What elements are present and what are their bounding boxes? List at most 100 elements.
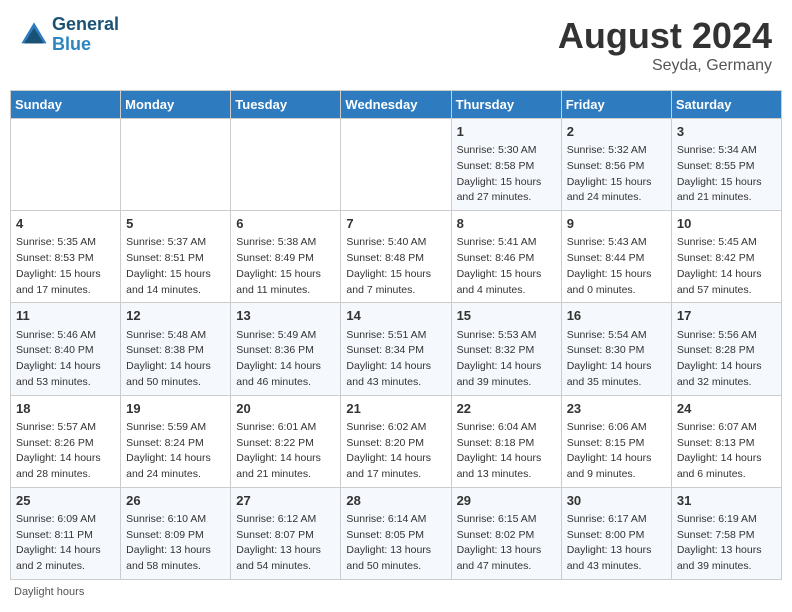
calendar-cell: 27Sunrise: 6:12 AM Sunset: 8:07 PM Dayli… <box>231 487 341 579</box>
day-number: 24 <box>677 400 776 418</box>
day-header-tuesday: Tuesday <box>231 91 341 119</box>
calendar-cell: 25 Sunrise: 6:09 AM Sunset: 8:11 PM Dayli… <box>11 487 121 579</box>
day-detail: Sunrise: 5:35 AM Sunset: 8:53 PM Dayligh… <box>16 235 115 298</box>
calendar-cell: 14 Sunrise: 5:51 AM Sunset: 8:34 PM Dayli… <box>341 303 451 395</box>
calendar-cell: 22 Sunrise: 6:04 AM Sunset: 8:18 PM Dayli… <box>451 395 561 487</box>
day-header-wednesday: Wednesday <box>341 91 451 119</box>
title-block: August 2024 Seyda, Germany <box>558 15 772 75</box>
calendar-cell: 3 Sunrise: 5:34 AM Sunset: 8:55 PM Daylig… <box>671 119 781 211</box>
day-number: 21 <box>346 400 445 418</box>
calendar-cell: 10 Sunrise: 5:45 AM Sunset: 8:42 PM Dayli… <box>671 211 781 303</box>
day-detail: Sunrise: 5:34 AM Sunset: 8:55 PM Dayligh… <box>677 143 776 206</box>
day-header-saturday: Saturday <box>671 91 781 119</box>
day-number: 31 <box>677 492 776 510</box>
month-title: August 2024 <box>558 15 772 57</box>
logo-text: General Blue <box>52 15 119 55</box>
day-number: 27 <box>236 492 335 510</box>
day-detail: Sunrise: 6:09 AM Sunset: 8:11 PM Dayligh… <box>16 512 115 575</box>
calendar-cell: 13 Sunrise: 5:49 AM Sunset: 8:36 PM Dayli… <box>231 303 341 395</box>
logo-icon <box>20 21 48 49</box>
day-number: 23 <box>567 400 666 418</box>
day-number: 16 <box>567 307 666 325</box>
calendar-cell: 17 Sunrise: 5:56 AM Sunset: 8:28 PM Dayli… <box>671 303 781 395</box>
calendar-cell: 23 Sunrise: 6:06 AM Sunset: 8:15 PM Dayli… <box>561 395 671 487</box>
day-detail: Sunrise: 6:19 AM Sunset: 7:58 PM Dayligh… <box>677 512 776 575</box>
day-detail: Sunrise: 6:17 AM Sunset: 8:00 PM Dayligh… <box>567 512 666 575</box>
day-detail: Sunrise: 5:49 AM Sunset: 8:36 PM Dayligh… <box>236 328 335 391</box>
day-detail: Sunrise: 5:43 AM Sunset: 8:44 PM Dayligh… <box>567 235 666 298</box>
day-number: 7 <box>346 215 445 233</box>
calendar-cell: 16 Sunrise: 5:54 AM Sunset: 8:30 PM Dayli… <box>561 303 671 395</box>
location-title: Seyda, Germany <box>558 57 772 75</box>
day-number: 25 <box>16 492 115 510</box>
calendar-cell: 29Sunrise: 6:15 AM Sunset: 8:02 PM Dayli… <box>451 487 561 579</box>
day-detail: Sunrise: 6:06 AM Sunset: 8:15 PM Dayligh… <box>567 420 666 483</box>
day-number: 8 <box>457 215 556 233</box>
day-detail: Sunrise: 5:40 AM Sunset: 8:48 PM Dayligh… <box>346 235 445 298</box>
calendar-cell: 30Sunrise: 6:17 AM Sunset: 8:00 PM Dayli… <box>561 487 671 579</box>
day-detail: Sunrise: 6:15 AM Sunset: 8:02 PM Dayligh… <box>457 512 556 575</box>
calendar-week-4: 18 Sunrise: 5:57 AM Sunset: 8:26 PM Dayli… <box>11 395 782 487</box>
day-number: 10 <box>677 215 776 233</box>
calendar-cell <box>11 119 121 211</box>
calendar-cell: 1 Sunrise: 5:30 AM Sunset: 8:58 PM Daylig… <box>451 119 561 211</box>
day-number: 17 <box>677 307 776 325</box>
day-number: 20 <box>236 400 335 418</box>
calendar-cell: 31 Sunrise: 6:19 AM Sunset: 7:58 PM Dayli… <box>671 487 781 579</box>
calendar-cell: 4 Sunrise: 5:35 AM Sunset: 8:53 PM Daylig… <box>11 211 121 303</box>
day-number: 26 <box>126 492 225 510</box>
calendar-cell: 8Sunrise: 5:41 AM Sunset: 8:46 PM Daylig… <box>451 211 561 303</box>
day-detail: Sunrise: 6:04 AM Sunset: 8:18 PM Dayligh… <box>457 420 556 483</box>
calendar-cell <box>341 119 451 211</box>
day-detail: Sunrise: 5:32 AM Sunset: 8:56 PM Dayligh… <box>567 143 666 206</box>
calendar-cell: 26 Sunrise: 6:10 AM Sunset: 8:09 PM Dayli… <box>121 487 231 579</box>
day-number: 13 <box>236 307 335 325</box>
day-detail: Sunrise: 5:53 AM Sunset: 8:32 PM Dayligh… <box>457 328 556 391</box>
day-number: 6 <box>236 215 335 233</box>
daylight-note: Daylight hours <box>14 586 84 598</box>
day-detail: Sunrise: 5:30 AM Sunset: 8:58 PM Dayligh… <box>457 143 556 206</box>
calendar-cell: 18 Sunrise: 5:57 AM Sunset: 8:26 PM Dayli… <box>11 395 121 487</box>
day-detail: Sunrise: 5:46 AM Sunset: 8:40 PM Dayligh… <box>16 328 115 391</box>
day-number: 4 <box>16 215 115 233</box>
day-number: 3 <box>677 123 776 141</box>
calendar-week-3: 11 Sunrise: 5:46 AM Sunset: 8:40 PM Dayli… <box>11 303 782 395</box>
calendar-cell: 28Sunrise: 6:14 AM Sunset: 8:05 PM Dayli… <box>341 487 451 579</box>
day-detail: Sunrise: 5:56 AM Sunset: 8:28 PM Dayligh… <box>677 328 776 391</box>
calendar-cell: 21 Sunrise: 6:02 AM Sunset: 8:20 PM Dayli… <box>341 395 451 487</box>
day-number: 2 <box>567 123 666 141</box>
calendar-week-2: 4 Sunrise: 5:35 AM Sunset: 8:53 PM Daylig… <box>11 211 782 303</box>
day-detail: Sunrise: 5:45 AM Sunset: 8:42 PM Dayligh… <box>677 235 776 298</box>
day-header-friday: Friday <box>561 91 671 119</box>
day-number: 9 <box>567 215 666 233</box>
day-number: 18 <box>16 400 115 418</box>
calendar-cell <box>121 119 231 211</box>
day-number: 12 <box>126 307 225 325</box>
day-detail: Sunrise: 5:54 AM Sunset: 8:30 PM Dayligh… <box>567 328 666 391</box>
day-detail: Sunrise: 5:51 AM Sunset: 8:34 PM Dayligh… <box>346 328 445 391</box>
day-detail: Sunrise: 6:01 AM Sunset: 8:22 PM Dayligh… <box>236 420 335 483</box>
day-detail: Sunrise: 6:02 AM Sunset: 8:20 PM Dayligh… <box>346 420 445 483</box>
day-detail: Sunrise: 5:38 AM Sunset: 8:49 PM Dayligh… <box>236 235 335 298</box>
day-number: 1 <box>457 123 556 141</box>
footer-note: Daylight hours <box>10 586 782 598</box>
day-header-sunday: Sunday <box>11 91 121 119</box>
day-detail: Sunrise: 5:48 AM Sunset: 8:38 PM Dayligh… <box>126 328 225 391</box>
calendar-week-5: 25 Sunrise: 6:09 AM Sunset: 8:11 PM Dayli… <box>11 487 782 579</box>
day-number: 14 <box>346 307 445 325</box>
day-header-monday: Monday <box>121 91 231 119</box>
calendar-cell: 7 Sunrise: 5:40 AM Sunset: 8:48 PM Daylig… <box>341 211 451 303</box>
day-detail: Sunrise: 5:37 AM Sunset: 8:51 PM Dayligh… <box>126 235 225 298</box>
calendar-cell: 11 Sunrise: 5:46 AM Sunset: 8:40 PM Dayli… <box>11 303 121 395</box>
calendar-cell: 5Sunrise: 5:37 AM Sunset: 8:51 PM Daylig… <box>121 211 231 303</box>
day-number: 19 <box>126 400 225 418</box>
day-number: 22 <box>457 400 556 418</box>
day-detail: Sunrise: 6:10 AM Sunset: 8:09 PM Dayligh… <box>126 512 225 575</box>
calendar-cell: 24Sunrise: 6:07 AM Sunset: 8:13 PM Dayli… <box>671 395 781 487</box>
day-detail: Sunrise: 6:14 AM Sunset: 8:05 PM Dayligh… <box>346 512 445 575</box>
calendar-cell: 9 Sunrise: 5:43 AM Sunset: 8:44 PM Daylig… <box>561 211 671 303</box>
day-number: 11 <box>16 307 115 325</box>
day-detail: Sunrise: 5:57 AM Sunset: 8:26 PM Dayligh… <box>16 420 115 483</box>
calendar-header-row: SundayMondayTuesdayWednesdayThursdayFrid… <box>11 91 782 119</box>
calendar-cell: 2 Sunrise: 5:32 AM Sunset: 8:56 PM Daylig… <box>561 119 671 211</box>
